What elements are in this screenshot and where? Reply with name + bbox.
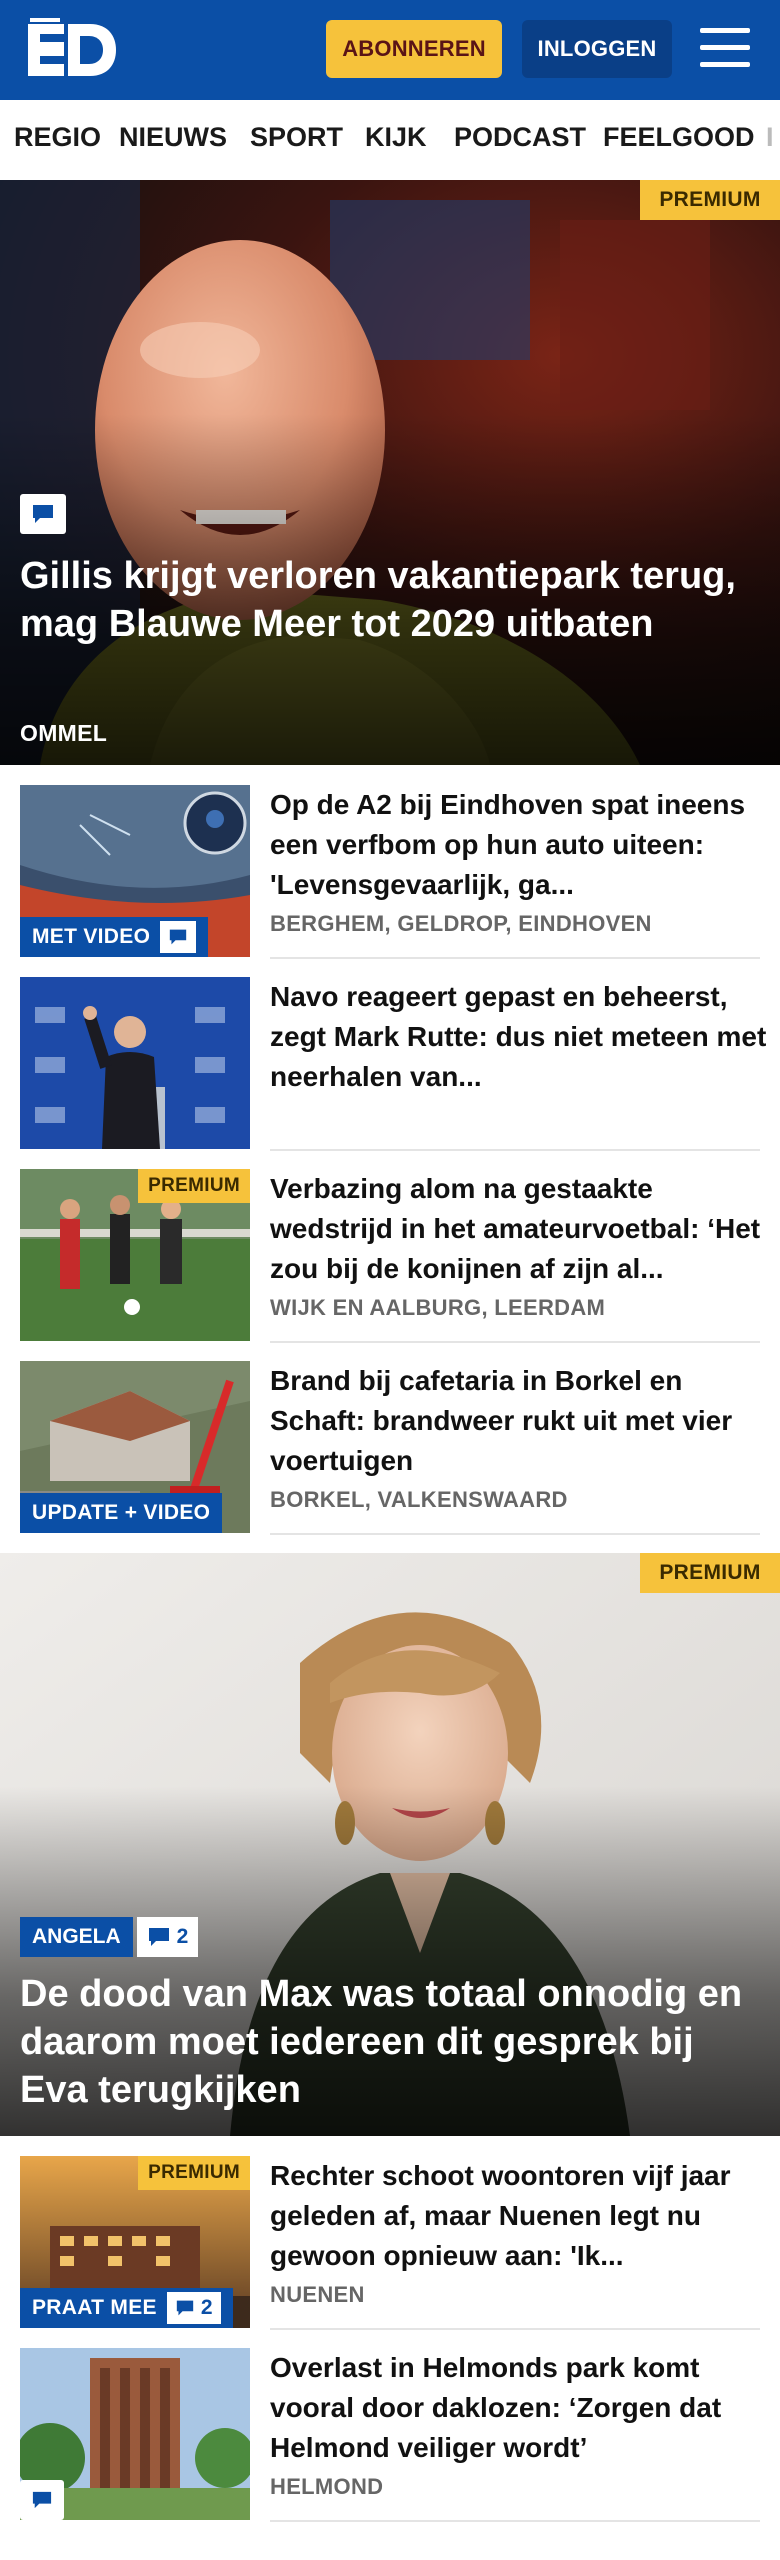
article-headline[interactable]: Rechter schoot woontoren vijf jaar geled… bbox=[270, 2156, 770, 2276]
article-headline[interactable]: Verbazing alom na gestaakte wedstrijd in… bbox=[270, 1169, 770, 1289]
update-video-badge: UPDATE + VIDEO bbox=[20, 1493, 223, 1533]
article-thumbnail bbox=[20, 2348, 250, 2520]
hero-article-angela[interactable]: PREMIUM ANGELA 2 De dood van Max was tot… bbox=[0, 1553, 780, 2136]
list-item[interactable]: Overlast in Helmonds park komt vooral do… bbox=[0, 2348, 780, 2540]
comment-icon bbox=[20, 494, 66, 534]
article-headline[interactable]: Navo reageert gepast en beheerst, zegt M… bbox=[270, 977, 770, 1097]
divider bbox=[270, 2328, 760, 2330]
article-headline[interactable]: Overlast in Helmonds park komt vooral do… bbox=[270, 2348, 770, 2468]
article-location: WIJK EN AALBURG, LEERDAM bbox=[270, 1295, 606, 1320]
hero-headline[interactable]: Gillis krijgt verloren vakantiepark teru… bbox=[20, 552, 740, 648]
list-item[interactable]: MET VIDEO Op de A2 bij Eindhoven spat in… bbox=[0, 785, 780, 977]
list-item[interactable]: PREMIUM PRAAT MEE 2 Rechter schoot woont… bbox=[0, 2156, 780, 2348]
divider bbox=[270, 1533, 760, 1535]
section-nav: REGIO NIEUWS SPORT KIJK PODCAST FEELGOOD… bbox=[0, 100, 780, 181]
praat-mee-label: PRAAT MEE bbox=[32, 2296, 157, 2319]
comment-count-badge: 2 bbox=[166, 2292, 221, 2324]
subscribe-button[interactable]: ABONNEREN bbox=[326, 20, 502, 78]
hero-headline[interactable]: De dood van Max was totaal onnodig en da… bbox=[20, 1970, 770, 2114]
praat-mee-badge: PRAAT MEE 2 bbox=[20, 2288, 233, 2328]
nav-item-kijk[interactable]: KIJK bbox=[365, 122, 427, 153]
video-badge: MET VIDEO bbox=[20, 917, 209, 957]
angela-badge: ANGELA bbox=[20, 1917, 133, 1957]
premium-badge: PREMIUM bbox=[640, 1553, 780, 1593]
nav-item-feelgood[interactable]: FEELGOOD bbox=[603, 122, 755, 153]
ed-logo[interactable] bbox=[28, 18, 116, 80]
article-location: BORKEL, VALKENSWAARD bbox=[270, 1487, 568, 1512]
premium-badge: PREMIUM bbox=[640, 180, 780, 220]
comment-count: 2 bbox=[200, 2296, 213, 2319]
list-item[interactable]: Navo reageert gepast en beheerst, zegt M… bbox=[0, 977, 780, 1169]
article-location: NUENEN bbox=[270, 2282, 365, 2307]
article-thumbnail: UPDATE + VIDEO bbox=[20, 1361, 250, 1533]
divider bbox=[270, 1341, 760, 1343]
article-headline[interactable]: Brand bij cafetaria in Borkel en Schaft:… bbox=[270, 1361, 770, 1481]
premium-badge: PREMIUM bbox=[138, 1169, 250, 1203]
premium-badge: PREMIUM bbox=[138, 2156, 250, 2190]
article-location: BERGHEM, GELDROP, EINDHOVEN bbox=[270, 911, 652, 936]
article-thumbnail bbox=[20, 977, 250, 1149]
comment-icon bbox=[176, 2300, 194, 2316]
hamburger-menu-icon[interactable] bbox=[700, 26, 750, 70]
ed-logo-mark bbox=[28, 18, 116, 76]
nav-item-nieuws[interactable]: NIEUWS bbox=[119, 122, 227, 153]
hero-article-gillis[interactable]: PREMIUM Gillis krijgt verloren vakantiep… bbox=[0, 180, 780, 765]
article-thumbnail: PREMIUM PRAAT MEE 2 bbox=[20, 2156, 250, 2328]
hero-location: OMMEL bbox=[20, 720, 108, 746]
comment-icon bbox=[20, 2480, 64, 2520]
site-header: ABONNEREN INLOGGEN bbox=[0, 0, 780, 100]
login-button[interactable]: INLOGGEN bbox=[522, 20, 672, 78]
nav-item-regio[interactable]: REGIO bbox=[14, 122, 101, 153]
article-thumbnail: MET VIDEO bbox=[20, 785, 250, 957]
divider bbox=[270, 2520, 760, 2522]
article-thumbnail: PREMIUM bbox=[20, 1169, 250, 1341]
nav-item-sport[interactable]: SPORT bbox=[250, 122, 343, 153]
update-video-badge-label: UPDATE + VIDEO bbox=[32, 1501, 211, 1524]
article-location: HELMOND bbox=[270, 2474, 384, 2499]
divider bbox=[270, 957, 760, 959]
list-item[interactable]: PREMIUM Verbazing alom na gestaakte weds… bbox=[0, 1169, 780, 1361]
nav-item-more[interactable]: I bbox=[766, 122, 774, 153]
article-headline[interactable]: Op de A2 bij Eindhoven spat ineens een v… bbox=[270, 785, 770, 905]
nav-item-podcast[interactable]: PODCAST bbox=[454, 122, 586, 153]
divider bbox=[270, 1149, 760, 1151]
comment-count: 2 bbox=[176, 1925, 189, 1948]
video-badge-label: MET VIDEO bbox=[32, 925, 151, 948]
comment-count-badge: 2 bbox=[136, 1917, 199, 1957]
comment-icon bbox=[160, 921, 197, 953]
comment-icon bbox=[148, 1928, 169, 1946]
hero-badges: ANGELA 2 bbox=[20, 1917, 199, 1957]
list-item[interactable]: UPDATE + VIDEO Brand bij cafetaria in Bo… bbox=[0, 1361, 780, 1553]
